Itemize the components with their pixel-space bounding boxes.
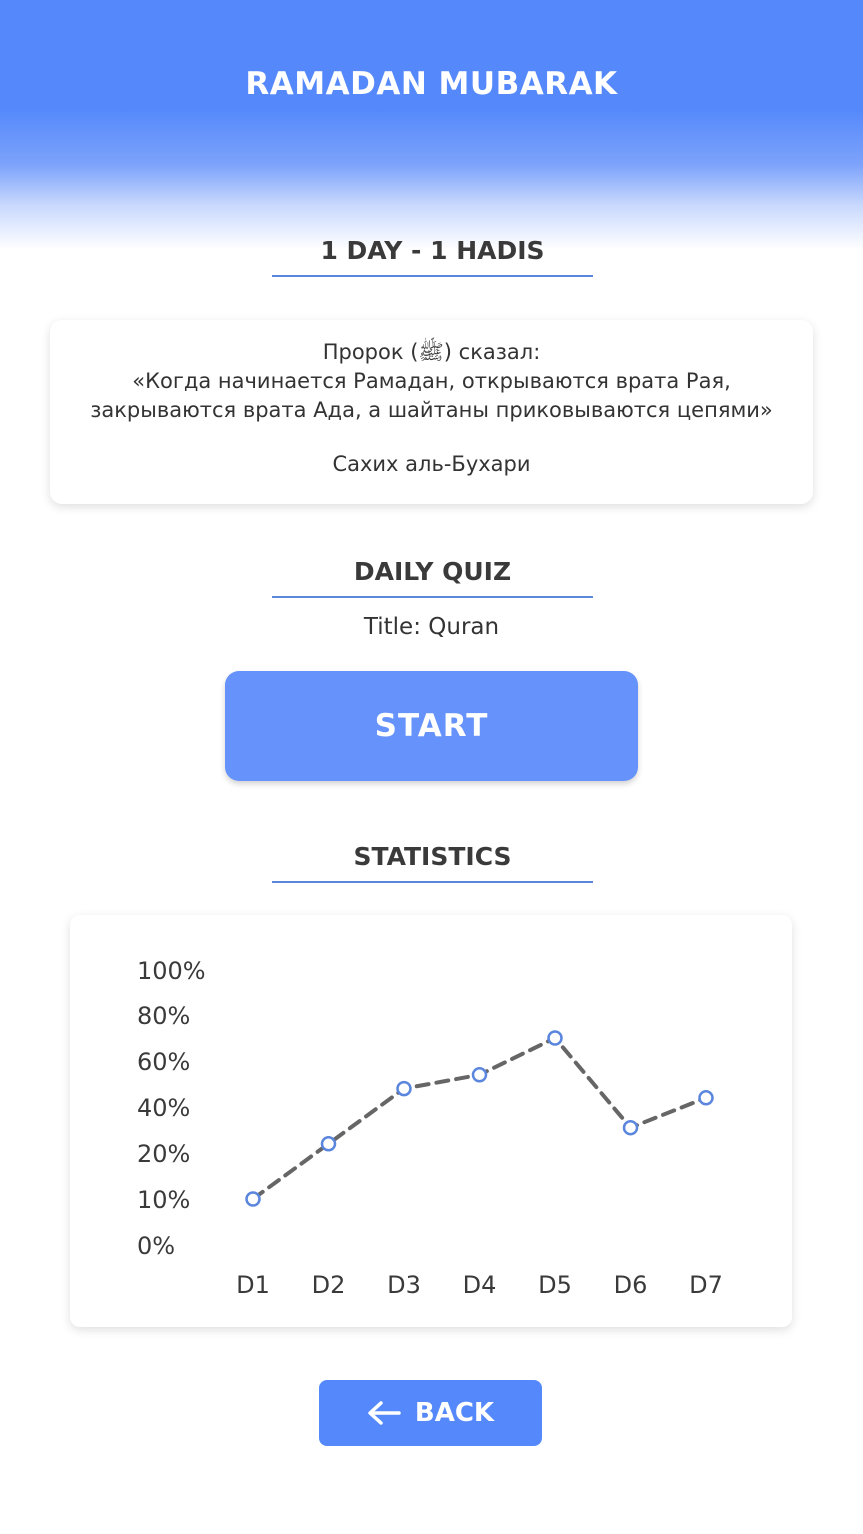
y-tick-label: 60% [137, 1048, 190, 1076]
x-tick-label: D6 [614, 1271, 648, 1299]
y-tick-label: 20% [137, 1140, 190, 1168]
y-tick-label: 10% [137, 1186, 190, 1214]
statistics-section-title: STATISTICS [272, 842, 593, 883]
y-tick-label: 0% [137, 1232, 175, 1260]
data-point-d6 [622, 1119, 639, 1136]
y-tick-label: 40% [137, 1094, 190, 1122]
x-tick-label: D7 [689, 1271, 723, 1299]
start-quiz-button[interactable]: START [225, 671, 638, 781]
hadith-line: «Когда начинается Рамадан, открываются в… [132, 369, 731, 393]
y-tick-label: 80% [137, 1002, 190, 1030]
x-tick-label: D3 [387, 1271, 421, 1299]
x-tick-label: D1 [236, 1271, 270, 1299]
back-button[interactable]: BACK [319, 1380, 542, 1446]
quiz-section-title: DAILY QUIZ [272, 557, 593, 598]
statistics-chart: 0% 10% 20% 40% 60% 80% 100% D1 D2 D3 D4 D5 D6 D7 [137, 957, 723, 1299]
x-tick-label: D2 [312, 1271, 346, 1299]
hadith-source: Сахих аль-Бухари [332, 452, 531, 476]
arrow-left-icon [368, 1401, 401, 1425]
series-line [251, 1035, 708, 1201]
x-tick-label: D4 [463, 1271, 497, 1299]
back-button-label: BACK [414, 1398, 495, 1428]
hadith-line: Пророк (ﷺ) сказал: [322, 340, 541, 364]
data-point-d4 [471, 1067, 488, 1083]
app-title: RAMADAN MUBARAK [245, 66, 618, 102]
hadith-line: закрываются врата Ада, а шайтаны приковы… [90, 398, 773, 422]
hadith-section-title: 1 DAY - 1 HADIS [272, 236, 593, 277]
header-bar: RAMADAN MUBARAK [0, 0, 863, 250]
x-tick-label: D5 [538, 1271, 572, 1299]
quiz-title: Title: Quran [363, 614, 500, 640]
hadith-card: Пророк (ﷺ) сказал: «Когда начинается Рам… [50, 320, 813, 504]
data-point-d7 [698, 1090, 714, 1106]
hadith-text: Пророк (ﷺ) сказал: «Когда начинается Рам… [50, 338, 813, 425]
data-point-d1 [245, 1191, 261, 1207]
data-point-d5 [547, 1030, 563, 1046]
statistics-chart-card: 0% 10% 20% 40% 60% 80% 100% D1 D2 D3 D4 D5 D6 D7 [70, 915, 792, 1327]
data-point-d3 [396, 1080, 412, 1097]
data-point-d2 [320, 1136, 337, 1152]
y-tick-label: 100% [137, 957, 206, 985]
